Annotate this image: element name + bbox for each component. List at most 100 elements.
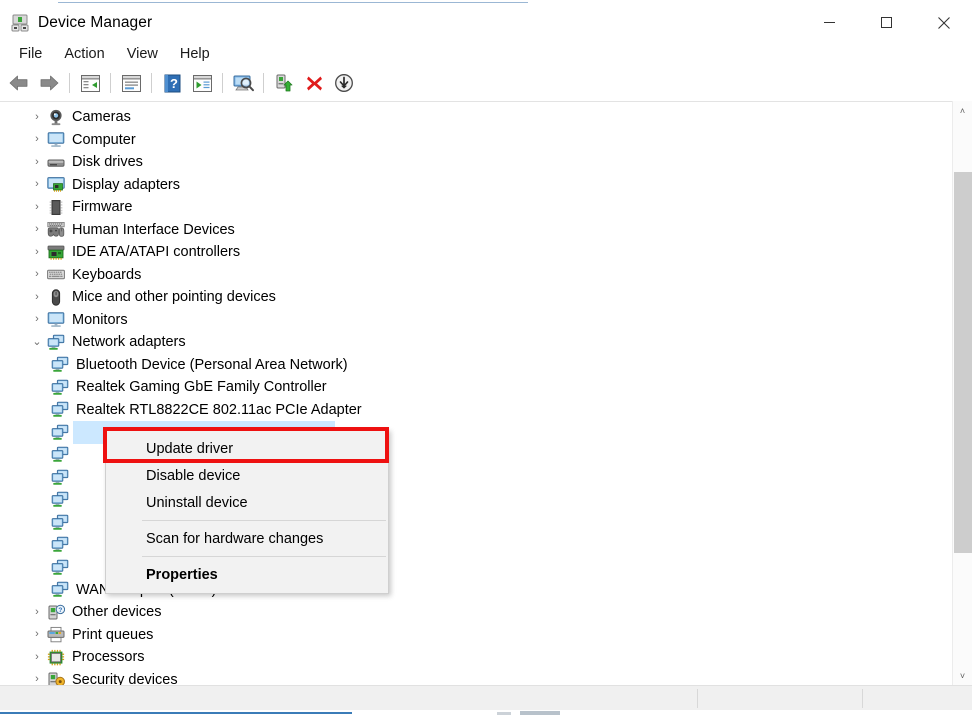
context-menu-separator [142, 520, 386, 521]
chevron-right-icon[interactable]: › [28, 247, 46, 258]
network-adapter-icon [50, 468, 70, 486]
tree-node-realtek-rtl8822ce[interactable]: Realtek RTL8822CE 802.11ac PCIe Adapter [0, 399, 948, 422]
scroll-down-arrow-icon[interactable]: ˅ [953, 666, 972, 685]
background-window-hairline [58, 2, 528, 3]
status-bar-divider [862, 689, 863, 708]
tree-node-processors[interactable]: › [0, 646, 948, 669]
help-icon[interactable]: ? [157, 69, 187, 97]
window-title: Device Manager [38, 13, 152, 33]
chevron-down-icon[interactable]: ⌄ [28, 337, 46, 348]
taskbar-accent-line [0, 712, 352, 714]
chevron-right-icon[interactable]: › [28, 607, 46, 618]
chevron-right-icon[interactable]: › [28, 112, 46, 123]
uninstall-device-icon[interactable] [299, 69, 329, 97]
scroll-up-arrow-icon[interactable]: ˄ [953, 101, 972, 120]
menu-bar: File Action View Help [0, 40, 972, 67]
device-tree-panel: › Cameras › [0, 101, 972, 686]
processor-icon [46, 648, 66, 666]
network-adapter-icon [50, 581, 70, 599]
menu-help[interactable]: Help [169, 42, 221, 66]
toolbar-separator [222, 73, 223, 93]
tree-node-label: Disk drives [72, 153, 143, 171]
tree-node-label: Print queues [72, 626, 153, 644]
chevron-right-icon[interactable]: › [28, 314, 46, 325]
context-menu: Update driver Disable device Uninstall d… [105, 429, 389, 594]
tree-node-firmware[interactable]: › [0, 196, 948, 219]
tree-node-mice[interactable]: › Mice and other pointing devices [0, 286, 948, 309]
close-button[interactable] [915, 5, 972, 40]
menu-padding [106, 588, 388, 592]
disk-drive-icon [46, 153, 66, 171]
scrollbar-thumb[interactable] [954, 172, 972, 553]
context-menu-item-update-driver[interactable]: Update driver [106, 435, 388, 462]
tree-node-label: IDE ATA/ATAPI controllers [72, 243, 240, 261]
taskbar-item [520, 711, 560, 715]
tree-node-realtek-gbe[interactable]: Realtek Gaming GbE Family Controller [0, 376, 948, 399]
chevron-right-icon[interactable]: › [28, 269, 46, 280]
update-driver-download-icon[interactable] [329, 69, 359, 97]
toolbar-separator [263, 73, 264, 93]
tree-node-print-queues[interactable]: › Print queues [0, 624, 948, 647]
minimize-button[interactable] [801, 5, 858, 40]
network-adapter-icon [50, 513, 70, 531]
chevron-right-icon[interactable]: › [28, 157, 46, 168]
display-adapter-icon [46, 176, 66, 194]
chevron-right-icon[interactable]: › [28, 292, 46, 303]
tree-node-label: Cameras [72, 108, 131, 126]
hid-icon [46, 221, 66, 239]
tree-node-computer[interactable]: › Computer [0, 129, 948, 152]
tree-node-ide-controllers[interactable]: › [0, 241, 948, 264]
chevron-right-icon[interactable]: › [28, 629, 46, 640]
vertical-scrollbar[interactable]: ˄ ˅ [952, 101, 972, 685]
title-bar: Device Manager [0, 5, 972, 40]
toolbar-separator [110, 73, 111, 93]
network-adapter-icon [50, 401, 70, 419]
computer-icon [46, 131, 66, 149]
tree-node-label: Human Interface Devices [72, 221, 235, 239]
context-menu-item-scan-for-hardware-changes[interactable]: Scan for hardware changes [106, 525, 388, 552]
tree-node-monitors[interactable]: › Monitors [0, 309, 948, 332]
chevron-right-icon[interactable]: › [28, 134, 46, 145]
tree-node-bluetooth-device[interactable]: Bluetooth Device (Personal Area Network) [0, 354, 948, 377]
chevron-right-icon[interactable]: › [28, 652, 46, 663]
monitor-icon [46, 311, 66, 329]
menu-view[interactable]: View [116, 42, 169, 66]
chevron-right-icon[interactable]: › [28, 224, 46, 235]
chevron-right-icon[interactable]: › [28, 674, 46, 685]
unknown-device-icon: ? [46, 603, 66, 621]
context-menu-item-uninstall-device[interactable]: Uninstall device [106, 489, 388, 516]
tree-node-label: Other devices [72, 603, 161, 621]
mouse-icon [46, 288, 66, 306]
tree-node-display-adapters[interactable]: › Display adapters [0, 174, 948, 197]
forward-icon[interactable] [34, 69, 64, 97]
update-driver-icon[interactable] [187, 69, 217, 97]
scan-for-hardware-changes-icon[interactable] [228, 69, 258, 97]
status-bar-divider [697, 689, 698, 708]
tree-node-human-interface-devices[interactable]: › [0, 219, 948, 242]
context-menu-item-disable-device[interactable]: Disable device [106, 462, 388, 489]
menu-file[interactable]: File [8, 42, 53, 66]
tree-node-cameras[interactable]: › Cameras [0, 106, 948, 129]
chevron-right-icon[interactable]: › [28, 179, 46, 190]
tree-node-security-devices[interactable]: › Security devices [0, 669, 948, 687]
keyboard-icon [46, 266, 66, 284]
network-adapter-icon [50, 536, 70, 554]
back-icon[interactable] [4, 69, 34, 97]
window-controls [801, 5, 972, 40]
network-adapter-icon [50, 356, 70, 374]
status-bar [0, 685, 972, 710]
tree-node-network-adapters[interactable]: ⌄ Network adapters [0, 331, 948, 354]
security-device-icon [46, 671, 66, 686]
menu-action[interactable]: Action [53, 42, 115, 66]
maximize-button[interactable] [858, 5, 915, 40]
chevron-right-icon[interactable]: › [28, 202, 46, 213]
context-menu-item-properties[interactable]: Properties [106, 561, 388, 588]
tree-node-disk-drives[interactable]: › Disk drives [0, 151, 948, 174]
tree-node-other-devices[interactable]: › ? Other devices [0, 601, 948, 624]
network-adapter-icon [46, 333, 66, 351]
enable-device-icon[interactable] [269, 69, 299, 97]
show-hide-console-tree-icon[interactable] [75, 69, 105, 97]
device-tree: › Cameras › [0, 102, 948, 686]
properties-icon[interactable] [116, 69, 146, 97]
tree-node-keyboards[interactable]: › [0, 264, 948, 287]
